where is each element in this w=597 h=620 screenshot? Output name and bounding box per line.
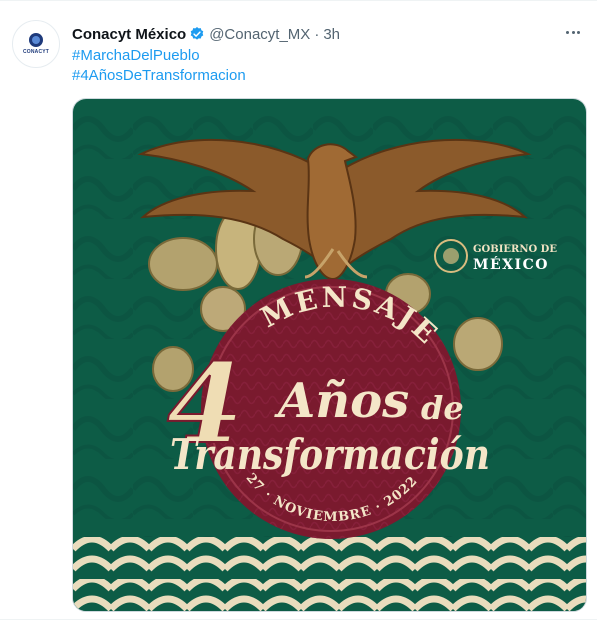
meta-separator: · [314,25,320,43]
poster-graphic: GOBIERNO DE MÉXICO MENSAJE 4 Años de Tra… [73,99,586,611]
hashtag-link[interactable]: #4AñosDeTransformacion [72,66,246,86]
gov-line2: MÉXICO [473,255,549,273]
more-dot-icon [576,30,580,34]
de-text: de [421,389,464,427]
tweet-time[interactable]: 3h [323,26,340,43]
tweet-header: Conacyt México @Conacyt_MX · 3h [72,24,340,44]
hashtag-link[interactable]: #MarchaDelPueblo [72,46,246,66]
avatar[interactable]: CONACYT [12,20,60,68]
anos-text: Años [274,373,409,429]
tweet[interactable]: CONACYT Conacyt México @Conacyt_MX · 3h … [0,0,597,620]
avatar-logo-text: CONACYT [22,49,50,55]
verified-badge-icon [190,27,204,40]
conacyt-logo-icon [29,33,43,47]
tweet-media-image[interactable]: GOBIERNO DE MÉXICO MENSAJE 4 Años de Tra… [72,98,587,612]
author-name[interactable]: Conacyt México [72,26,186,43]
more-dot-icon [571,30,575,34]
transformacion-text: Transformación [170,430,490,479]
author-handle[interactable]: @Conacyt_MX [209,26,310,43]
divider [0,0,597,1]
more-options-button[interactable] [563,22,583,42]
more-dot-icon [566,30,570,34]
tweet-text: #MarchaDelPueblo #4AñosDeTransformacion [72,46,246,86]
gov-line1: GOBIERNO DE [473,244,557,255]
